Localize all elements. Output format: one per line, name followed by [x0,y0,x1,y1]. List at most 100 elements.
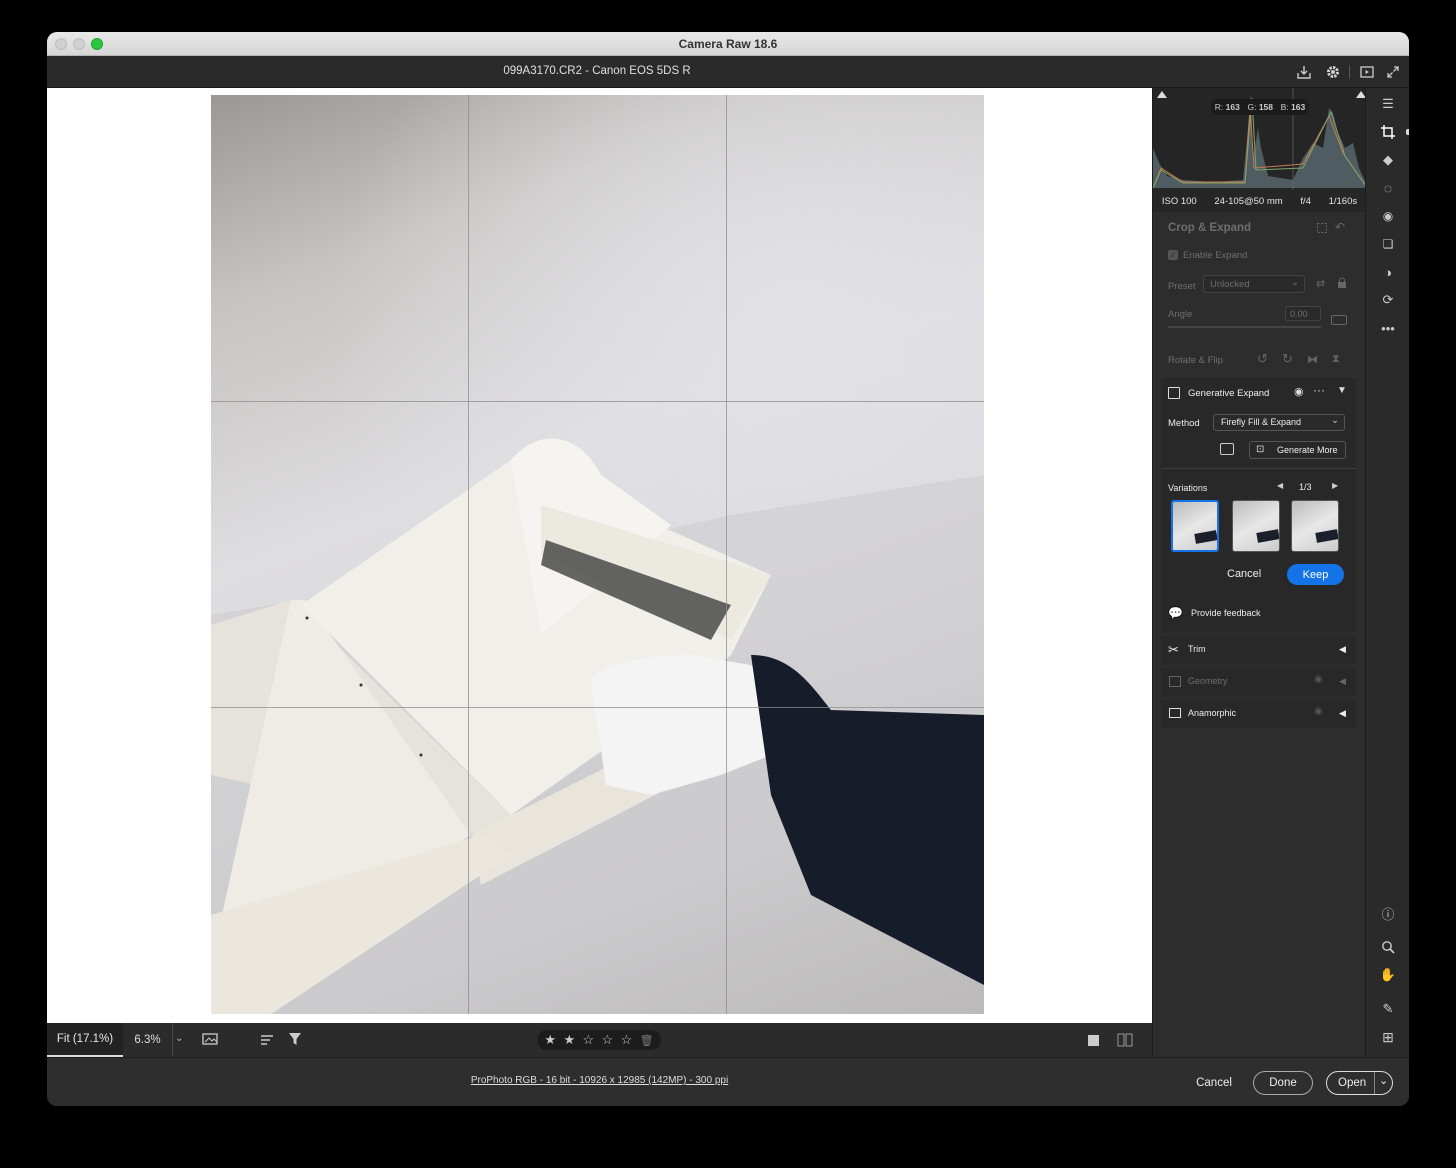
keep-button[interactable]: Keep [1287,564,1344,585]
workflow-options-link[interactable]: ProPhoto RGB - 16 bit - 10926 x 12985 (1… [47,1075,1152,1086]
expand-triangle-icon[interactable]: ◀ [1339,644,1346,655]
star-3[interactable]: ☆ [582,1032,594,1048]
more-options-icon[interactable]: ··· [1313,383,1325,397]
preset-label: Preset [1168,281,1196,292]
star-2[interactable]: ★ [563,1032,575,1048]
red-eye-icon[interactable]: ◉ [1378,206,1398,226]
filmstrip-icon[interactable] [202,1032,220,1053]
r-readout: R: 163 [1214,102,1240,112]
save-icon[interactable] [1294,62,1314,82]
straighten-tool-icon[interactable] [1331,315,1347,325]
geometry-label: Geometry [1188,676,1228,686]
zoom-tool-icon[interactable] [1378,937,1398,957]
fit-zoom-button[interactable]: Fit (17.1%) [47,1023,123,1057]
angle-slider[interactable] [1168,326,1321,328]
sync-icon[interactable]: ⟳ [1378,290,1398,310]
photo-illustration [211,438,984,1014]
expand-triangle-icon[interactable]: ◀ [1339,708,1346,719]
crop-icon[interactable] [1378,122,1398,142]
prev-variation-icon[interactable]: ◀ [1277,481,1283,490]
star-1[interactable]: ★ [544,1032,556,1048]
grid-overlay-icon[interactable]: ⊞ [1378,1027,1398,1047]
flip-vertical-icon[interactable]: ⧗ [1332,353,1340,366]
method-label: Method [1168,418,1200,429]
color-sampler-icon[interactable]: ✎ [1378,999,1398,1019]
variations-label: Variations [1168,483,1208,493]
enable-expand-label: Enable Expand [1183,250,1248,261]
eye-icon[interactable]: ◉ [1294,385,1304,398]
exif-aperture: f/4 [1300,195,1311,207]
eraser-icon[interactable]: ◆ [1378,150,1398,170]
more-tools-icon[interactable]: ••• [1378,318,1398,338]
expand-triangle-icon[interactable]: ◀ [1339,676,1346,687]
header-bar: 099A3170.CR2 - Canon EOS 5DS R [47,56,1409,88]
window-title: Camera Raw 18.6 [678,37,778,51]
snapshots-icon[interactable]: ◑ [1378,262,1398,282]
eye-icon[interactable]: ◉ [1314,674,1323,685]
filter-icon[interactable] [287,1031,303,1052]
fullscreen-icon[interactable] [1383,62,1403,82]
enable-expand-checkbox[interactable]: ✓ [1168,250,1178,260]
rotate-right-icon[interactable]: ↻ [1282,351,1293,367]
zoom-dropdown-chevron-icon[interactable]: ⌄ [175,1033,183,1044]
flip-horizontal-icon[interactable]: ⧓ [1307,353,1318,366]
variation-counter: 1/3 [1299,482,1312,492]
title-bar: Camera Raw 18.6 [47,32,1409,56]
rotate-left-icon[interactable]: ↺ [1257,351,1268,367]
generate-more-button[interactable]: ⊡ Generate More [1249,441,1346,459]
flip-aspect-icon[interactable]: ⇄ [1316,277,1325,290]
crop-grid-line [726,95,727,1014]
crop-grid-line [468,95,469,1014]
lock-icon[interactable] [1337,276,1347,294]
variation-compare-icon[interactable] [1220,443,1234,455]
sort-icon[interactable] [259,1032,275,1053]
trim-label: Trim [1188,644,1206,654]
cancel-button[interactable]: Cancel [1184,1071,1244,1095]
trash-icon[interactable]: 🗑 [640,1034,654,1047]
photo-preview[interactable] [211,95,984,1014]
provide-feedback-link[interactable]: Provide feedback [1191,608,1261,618]
chevron-down-icon: ⌄ [1291,277,1299,288]
method-value: Firefly Fill & Expand [1221,417,1302,427]
angle-input[interactable]: 0.00 [1285,306,1321,321]
collapse-triangle-icon[interactable]: ▼ [1337,385,1347,396]
slideshow-icon[interactable] [1357,62,1377,82]
cancel-variation-button[interactable]: Cancel [1227,568,1261,580]
edit-sliders-icon[interactable]: ☰ [1378,94,1398,114]
star-4[interactable]: ☆ [602,1032,614,1048]
generate-icon: ⊡ [1256,444,1265,455]
exif-iso: ISO 100 [1161,195,1197,207]
preset-dropdown[interactable]: Unlocked ⌄ [1203,275,1305,293]
variation-thumbnail-3[interactable] [1291,500,1339,552]
g-readout: G: 158 [1247,102,1273,112]
image-canvas [47,88,1152,1023]
hand-tool-icon[interactable]: ✋ [1378,965,1398,985]
crop-aspect-icon[interactable] [1316,221,1328,239]
shadow-clipping-icon[interactable] [1157,91,1167,98]
next-variation-icon[interactable]: ▶ [1332,481,1338,490]
done-button[interactable]: Done [1253,1071,1313,1095]
before-after-icon[interactable] [1087,1033,1101,1052]
feedback-icon: 💬 [1168,606,1183,620]
chevron-down-icon[interactable]: ⌄ [1379,1074,1388,1087]
open-button[interactable]: Open ⌄ [1326,1071,1393,1095]
masking-icon[interactable]: ◌ [1378,178,1398,198]
zoom-level-button[interactable]: 6.3% [123,1023,173,1057]
variation-thumbnail-2[interactable] [1232,500,1280,552]
tool-rail: ☰ ◆ ◌ ◉ ❏ ◑ ⟳ ••• ⓘ ✋ ✎ ⊞ [1365,88,1409,1057]
eye-icon[interactable]: ◉ [1314,706,1323,717]
reset-crop-icon[interactable]: ↶ [1335,220,1345,234]
compare-view-icon[interactable] [1117,1032,1135,1053]
angle-label: Angle [1168,309,1193,320]
angle-value: 0.00 [1290,309,1308,319]
star-rating: ★ ★ ☆ ☆ ☆ 🗑 [537,1030,661,1050]
scissors-icon: ✂ [1168,642,1179,657]
star-5[interactable]: ☆ [621,1032,633,1048]
info-icon[interactable]: ⓘ [1378,903,1398,923]
generative-expand-icon [1168,387,1180,399]
presets-icon[interactable]: ❏ [1378,234,1398,254]
method-dropdown[interactable]: Firefly Fill & Expand ⌄ [1213,414,1345,431]
file-title: 099A3170.CR2 - Canon EOS 5DS R [503,65,691,77]
gear-icon[interactable] [1323,62,1343,82]
variation-thumbnail-1[interactable] [1171,500,1219,552]
